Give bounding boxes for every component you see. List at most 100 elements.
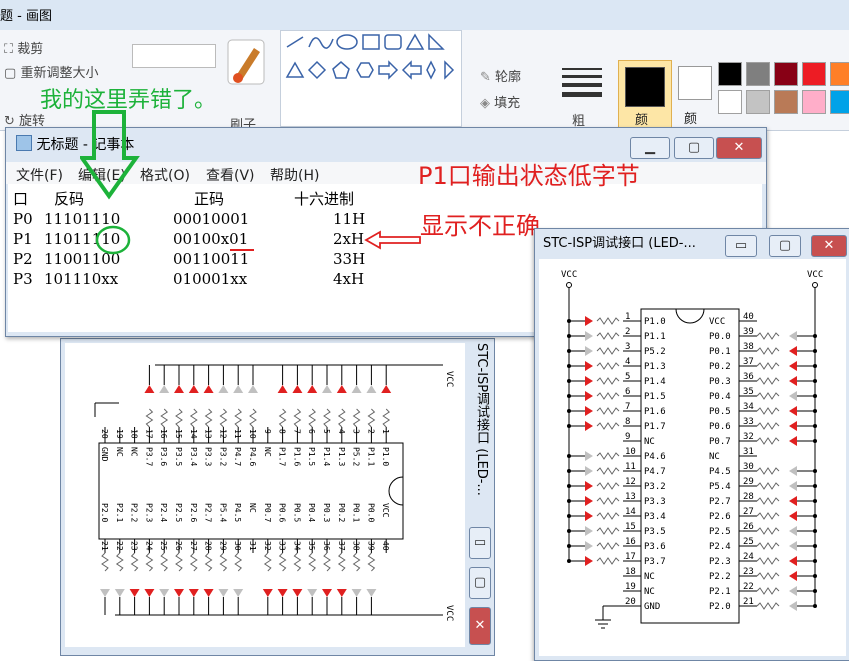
led-diode — [277, 385, 288, 393]
resistor — [756, 407, 780, 415]
right-minimize-button[interactable]: ▭ — [725, 235, 757, 257]
resistor — [596, 332, 620, 340]
shapes-gallery[interactable] — [280, 30, 462, 127]
size-button[interactable]: 粗 — [560, 66, 604, 129]
palette-swatch[interactable] — [774, 62, 798, 86]
palette-swatch[interactable] — [830, 90, 849, 114]
crop-button[interactable]: ⛶ 裁剪 — [4, 38, 43, 57]
color2-button[interactable]: 颜 — [676, 60, 716, 130]
fill-button[interactable]: ◈ 填充 — [480, 92, 520, 111]
pin-number: 29 — [743, 477, 754, 487]
pin-number: 22 — [743, 582, 754, 592]
pin-label: P3.7 — [144, 447, 153, 466]
pin-label: GND — [100, 447, 109, 462]
resistor — [756, 422, 780, 430]
pin-label: P1.0 — [644, 317, 666, 327]
bottom-schematic-window: VCC VCC 20 GND 21 P2.0 19 NC 22 P2.1 18 NC 23 P2.2 17 P… — [60, 338, 495, 656]
bottom-maximize-button[interactable]: ▢ — [469, 567, 491, 599]
pin-number: 25 — [159, 541, 168, 551]
pin-label: NC — [644, 572, 655, 582]
pin-number: 19 — [115, 429, 124, 439]
pin-number: 12 — [625, 477, 636, 487]
led-diode — [262, 589, 273, 597]
pin-label: P2.5 — [174, 503, 183, 522]
outline-button[interactable]: ✎ 轮廓 — [480, 66, 521, 85]
crop-icon: ⛶ — [4, 42, 14, 57]
resistor — [263, 552, 272, 572]
pin-label: P4.5 — [709, 467, 731, 477]
bottom-close-button[interactable]: ✕ — [469, 607, 491, 645]
resistor — [308, 552, 317, 572]
menu-view[interactable]: 查看(V) — [206, 165, 255, 185]
pin-label: P2.4 — [159, 503, 168, 522]
pin-number: 33 — [278, 541, 287, 551]
pin-number: 11 — [233, 429, 242, 439]
color1-button[interactable]: 颜 — [618, 60, 672, 132]
menu-format[interactable]: 格式(O) — [140, 165, 190, 185]
minimize-icon: ▁ — [645, 140, 655, 155]
resistor — [115, 552, 124, 572]
pin-number: 15 — [174, 429, 183, 439]
green-circle-mark — [95, 225, 131, 255]
led-diode — [789, 571, 797, 581]
vcc-label: VCC — [561, 270, 577, 280]
palette-swatch[interactable] — [746, 90, 770, 114]
notepad-maximize-button[interactable]: ▢ — [674, 137, 714, 159]
brush-icon — [227, 39, 265, 85]
pin-number: 1 — [625, 312, 630, 322]
pin-label: NC — [709, 452, 720, 462]
led-diode — [789, 541, 797, 551]
resistor — [249, 408, 257, 428]
palette-swatch[interactable] — [718, 62, 742, 86]
led-diode — [789, 511, 797, 521]
resistor — [756, 467, 780, 475]
pin-label: P0.7 — [709, 437, 731, 447]
pin-number: 38 — [352, 541, 361, 551]
pin-label: P3.2 — [218, 447, 227, 466]
resize-button[interactable]: ▢ 重新调整大小 — [4, 62, 98, 81]
bottom-window-title: STC-ISP调试接口 (LED-... — [474, 343, 489, 496]
pin-label: P0.6 — [278, 503, 287, 522]
pin-label: P4.7 — [233, 447, 242, 466]
menu-help[interactable]: 帮助(H) — [270, 165, 319, 185]
pin-number: 8 — [278, 429, 287, 434]
color1-swatch — [625, 67, 665, 107]
pin-number: 2 — [366, 429, 375, 434]
resistor — [175, 408, 183, 428]
red-note-line1: P1口输出状态低字节 — [418, 162, 640, 190]
pin-label: VCC — [709, 317, 725, 327]
resize-icon: ▢ — [4, 66, 17, 81]
led-diode — [585, 541, 593, 551]
pin-number: 17 — [144, 429, 153, 439]
bottom-minimize-button[interactable]: ▭ — [469, 527, 491, 559]
led-diode — [585, 316, 593, 326]
palette-swatch[interactable] — [718, 90, 742, 114]
notepad-close-button[interactable]: ✕ — [716, 137, 762, 159]
resistor — [596, 542, 620, 550]
palette-swatch[interactable] — [802, 62, 826, 86]
led-diode — [585, 526, 593, 536]
pin-label: P1.5 — [644, 392, 666, 402]
right-close-button[interactable]: ✕ — [811, 235, 847, 257]
pin-number: 37 — [337, 541, 346, 551]
resistor — [323, 552, 331, 572]
palette-swatch[interactable] — [802, 90, 826, 114]
palette-swatch[interactable] — [746, 62, 770, 86]
led-diode — [322, 589, 332, 597]
pin-label: P1.7 — [644, 422, 666, 432]
rail-junction — [813, 574, 817, 578]
led-diode — [292, 589, 303, 597]
brush-button[interactable]: 刷子 — [224, 36, 268, 133]
palette-swatch[interactable] — [774, 90, 798, 114]
right-maximize-button[interactable]: ▢ — [769, 235, 801, 257]
pin-label: P1.3 — [644, 362, 666, 372]
rail-junction — [813, 589, 817, 593]
resistor — [293, 408, 302, 428]
resistor — [145, 408, 154, 428]
tools-group — [132, 44, 216, 68]
bottom-chip-diagram: VCCVCC20GND21P2.019NC22P2.118NC23P2.217P… — [94, 364, 454, 621]
led-diode — [585, 391, 593, 401]
menu-file[interactable]: 文件(F) — [16, 165, 63, 185]
maximize-icon: ▢ — [473, 575, 487, 590]
palette-swatch[interactable] — [830, 62, 849, 86]
